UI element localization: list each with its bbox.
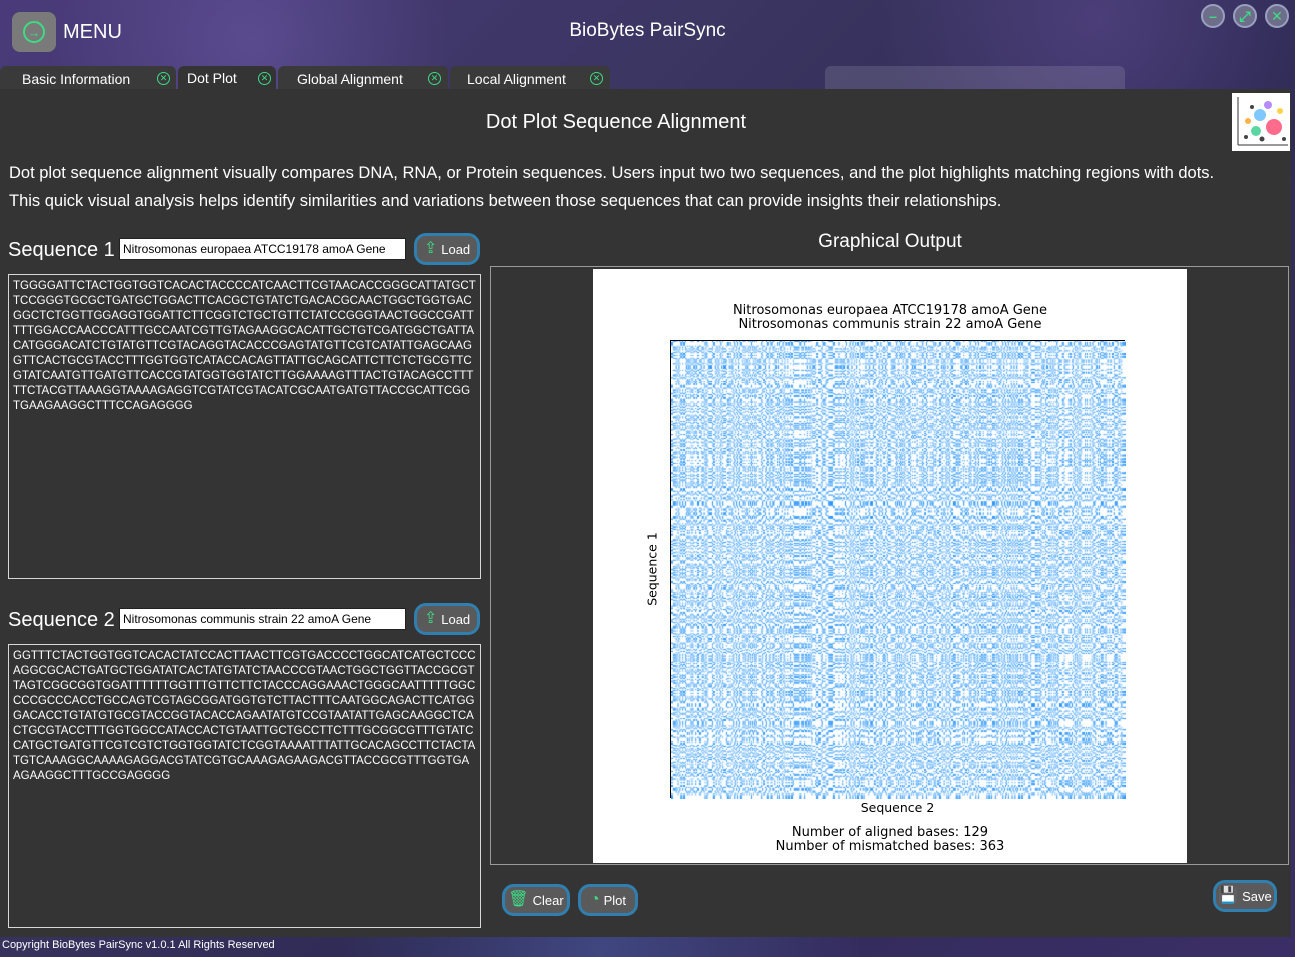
mismatched-bases-count: Number of mismatched bases: 363: [775, 839, 1005, 854]
plot-button[interactable]: ◔ Plot: [578, 884, 638, 916]
upload-icon: ⇪: [423, 240, 438, 257]
sequence-2-textarea[interactable]: GGTTTCTACTGGTGGTCACACTATCCACTTAACTTCGTGA…: [8, 644, 481, 928]
tab-dot-plot[interactable]: Dot Plot ✕: [178, 66, 276, 90]
load-sequence-1-button[interactable]: ⇪ Load: [414, 233, 480, 265]
x-axis-label: Sequence 2: [860, 800, 935, 815]
tab-label: Dot Plot: [187, 70, 237, 86]
sequence-2-label: Sequence 2: [8, 609, 115, 631]
y-axis-label: Sequence 1: [644, 532, 660, 606]
dot-plot-chart: Nitrosomonas europaea ATCC19178 amoA Gen…: [593, 269, 1187, 863]
tab-basic-information[interactable]: Basic Information ✕: [0, 66, 176, 90]
save-label: Save: [1242, 888, 1272, 904]
tab-label: Global Alignment: [297, 71, 403, 87]
pie-chart-icon: ◔: [589, 891, 600, 908]
tab-bar: Basic Information ✕ Dot Plot ✕ Global Al…: [0, 66, 620, 90]
close-icon[interactable]: ✕: [1265, 4, 1289, 28]
tab-label: Basic Information: [22, 71, 131, 87]
tab-local-alignment[interactable]: Local Alignment ✕: [450, 66, 610, 90]
close-tab-icon[interactable]: ✕: [258, 72, 271, 85]
close-tab-icon[interactable]: ✕: [428, 72, 441, 85]
dot-matrix-canvas: [671, 341, 1126, 799]
save-button[interactable]: 💾 Save: [1213, 880, 1277, 912]
load-sequence-2-button[interactable]: ⇪ Load: [414, 603, 480, 635]
maximize-icon[interactable]: ⤢: [1233, 4, 1257, 28]
dot-plot-logo: [1232, 93, 1290, 151]
sequence-1-name-input[interactable]: Nitrosomonas europaea ATCC19178 amoA Gen…: [119, 238, 406, 260]
clear-label: Clear: [532, 892, 564, 908]
tab-global-alignment[interactable]: Global Alignment ✕: [278, 66, 448, 90]
background-window-tab: [825, 66, 1125, 90]
upload-icon: ⇪: [423, 610, 438, 627]
aligned-bases-count: Number of aligned bases: 129: [791, 825, 989, 840]
minimize-icon[interactable]: –: [1201, 4, 1225, 28]
description-line-1: Dot plot sequence alignment visually com…: [9, 164, 1215, 182]
load-label: Load: [441, 241, 471, 257]
dot-matrix: [670, 340, 1126, 799]
save-icon: 💾: [1218, 887, 1239, 904]
sequence-1-textarea[interactable]: TGGGGATTCTACTGGTGGTCACACTACCCCATCAACTTCG…: [8, 274, 481, 579]
main-panel: Dot Plot Sequence Alignment Dot plot seq…: [0, 89, 1291, 937]
page-title: Dot Plot Sequence Alignment: [485, 111, 747, 133]
close-tab-icon[interactable]: ✕: [590, 72, 603, 85]
close-tab-icon[interactable]: ✕: [157, 72, 170, 85]
sequence-1-label: Sequence 1: [8, 239, 115, 261]
load-label: Load: [441, 611, 471, 627]
chart-title-line-2: Nitrosomonas communis strain 22 amoA Gen…: [738, 317, 1042, 332]
sequence-2-name-input[interactable]: Nitrosomonas communis strain 22 amoA Gen…: [119, 608, 406, 630]
plot-label: Plot: [603, 892, 627, 908]
description-line-2: This quick visual analysis helps identif…: [9, 192, 1002, 210]
graphical-output-title: Graphical Output: [818, 231, 962, 252]
copyright-footer: Copyright BioBytes PairSync v1.0.1 All R…: [2, 939, 275, 951]
tab-label: Local Alignment: [467, 71, 566, 87]
page-description: Dot plot sequence alignment visually com…: [9, 159, 1284, 215]
clear-button[interactable]: 🗑 Clear: [502, 884, 570, 916]
trash-icon: 🗑: [508, 891, 529, 908]
chart-title-line-1: Nitrosomonas europaea ATCC19178 amoA Gen…: [732, 303, 1048, 318]
app-title: BioBytes PairSync: [569, 20, 726, 41]
